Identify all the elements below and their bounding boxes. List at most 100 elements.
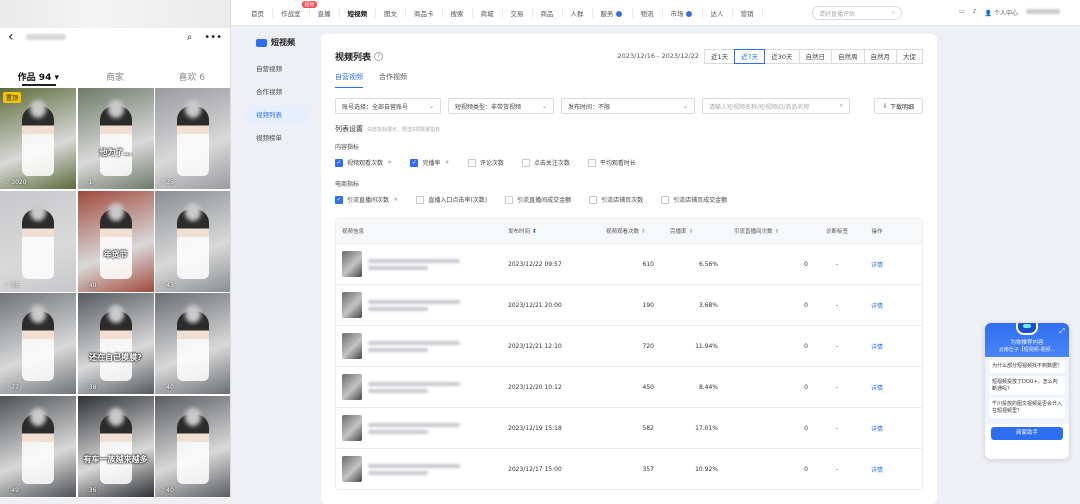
metric-checkbox[interactable]: ✓ 视频观看次数 ★	[335, 158, 392, 167]
nav-item[interactable]: 短视频	[340, 7, 376, 18]
side-nav-item[interactable]: 视频榜单	[246, 129, 310, 147]
nav-item[interactable]: 首页	[243, 7, 273, 18]
assistant-question[interactable]: 千川投放的图文视频是否会计入在短视频里？	[989, 398, 1065, 418]
nav-item[interactable]: 作战室 超级	[273, 0, 317, 18]
date-button[interactable]: 近30天	[764, 48, 800, 64]
checkbox-icon[interactable]	[416, 195, 425, 204]
nav-item[interactable]: 图文	[376, 7, 406, 18]
sort-icon[interactable]: ⬍	[532, 228, 537, 235]
video-thumbnail[interactable]: ♡ 43	[155, 190, 230, 292]
col-completion-rate[interactable]: 完播率 ⬍	[662, 227, 726, 235]
nav-item[interactable]: 物流	[633, 7, 663, 18]
message-icon[interactable]: ▭	[959, 8, 965, 17]
video-thumbnail[interactable]: 年货节 ♡ 40	[77, 190, 154, 292]
nav-item[interactable]: 人群	[563, 7, 593, 18]
checkbox-icon[interactable]	[587, 158, 596, 167]
checkbox-icon[interactable]	[505, 195, 514, 204]
sort-icon[interactable]: ⬍	[641, 228, 646, 235]
col-live-traffic[interactable]: 引流直播间次数 ⬍	[726, 227, 816, 235]
metric-checkbox[interactable]: 平均观看时长	[587, 158, 636, 167]
top-search-input[interactable]: 请好直播评估 ⌕	[812, 6, 902, 20]
personal-center-link[interactable]: 👤 个人中心	[985, 8, 1018, 17]
video-thumbnail[interactable]	[342, 251, 362, 277]
video-thumbnail[interactable]: 有车一族越来越多 ♡ 36	[77, 395, 154, 497]
checkbox-icon[interactable]	[589, 195, 598, 204]
help-icon[interactable]: ?	[374, 51, 384, 61]
date-button[interactable]: 自然月	[863, 48, 897, 64]
tab-coop-video[interactable]: 合作视频	[379, 72, 407, 88]
video-thumbnail[interactable]	[342, 456, 362, 482]
date-button[interactable]: 大促	[896, 48, 923, 64]
date-button[interactable]: 自然日	[798, 48, 832, 64]
side-nav-item[interactable]: 自营视频	[246, 60, 310, 78]
sort-icon[interactable]: ⬍	[774, 228, 779, 235]
side-nav-item[interactable]: 视频列表	[246, 106, 310, 124]
video-type-select[interactable]: 短视频类型：非带货视频 ⌄	[448, 98, 554, 114]
nav-item[interactable]: 交易	[503, 7, 533, 18]
star-icon[interactable]: ★	[387, 159, 392, 166]
video-thumbnail[interactable]: 置顶 ♡ 3020	[0, 88, 76, 189]
date-button[interactable]: 近7天	[734, 48, 766, 64]
checkbox-checked-icon[interactable]: ✓	[335, 158, 343, 167]
metric-checkbox[interactable]: 引流直播间成交金额	[505, 195, 571, 204]
col-views[interactable]: 视频观看次数 ⬍	[598, 227, 662, 235]
checkbox-icon[interactable]	[661, 195, 670, 204]
checkbox-icon[interactable]	[467, 158, 476, 167]
nav-item[interactable]: 达人	[703, 7, 733, 18]
bell-icon[interactable]: ♪	[973, 8, 977, 17]
metric-checkbox[interactable]: 评论次数	[467, 158, 504, 167]
checkbox-checked-icon[interactable]: ✓	[335, 195, 343, 204]
video-thumbnail[interactable]: ♡ 77	[0, 293, 76, 394]
account-select[interactable]: 账号选择：全部自营账号 ⌄	[335, 98, 441, 114]
nav-item[interactable]: 市场	[663, 7, 703, 18]
tab-self-video[interactable]: 自营视频	[335, 72, 363, 88]
side-nav-item[interactable]: 合作视频	[246, 83, 310, 101]
merchant-assistant-button[interactable]: 商家助手	[991, 426, 1063, 440]
video-thumbnail[interactable]: ♡ 49	[0, 395, 76, 497]
detail-link[interactable]: 详情	[858, 465, 896, 474]
expand-icon[interactable]: ⤢	[1059, 327, 1065, 336]
video-thumbnail[interactable]	[342, 292, 362, 318]
video-thumbnail[interactable]: ♡ 35	[0, 190, 76, 292]
assistant-question[interactable]: 为什么部分短视频找不到数据？	[989, 360, 1065, 373]
download-detail-button[interactable]: ⇩ 下载明细	[874, 98, 923, 114]
assistant-question[interactable]: 短视频投放了DOU+，怎么判断通吗？	[989, 375, 1065, 396]
metric-checkbox[interactable]: 点击关注次数	[521, 158, 570, 167]
video-search-input[interactable]: 请输入短视频名称/短视频ID/商品名称 ⌕	[702, 98, 850, 114]
nav-item[interactable]: 服务	[593, 7, 633, 18]
date-button[interactable]: 近1天	[703, 48, 736, 64]
video-thumbnail[interactable]	[342, 374, 362, 400]
checkbox-icon[interactable]	[521, 158, 530, 167]
detail-link[interactable]: 详情	[858, 424, 896, 433]
nav-item[interactable]: 商城	[473, 7, 503, 18]
detail-link[interactable]: 详情	[858, 301, 896, 310]
detail-link[interactable]: 详情	[858, 383, 896, 392]
metric-checkbox[interactable]: 引流店铺页成交金额	[661, 195, 727, 204]
sort-icon[interactable]: ⬍	[688, 228, 693, 235]
video-thumbnail[interactable]: 他为了… ♡ 1	[77, 88, 154, 189]
star-icon[interactable]: ★	[444, 159, 449, 166]
tab-merchant[interactable]: 商家	[77, 70, 154, 84]
tab-likes[interactable]: 喜欢 6	[153, 70, 230, 84]
video-thumbnail[interactable]	[342, 333, 362, 359]
video-thumbnail[interactable]: ♡ 40	[155, 395, 230, 497]
star-icon[interactable]: ★	[393, 196, 398, 203]
video-thumbnail[interactable]: 还在自己摸膜? ♡ 38	[77, 293, 154, 394]
publish-time-select[interactable]: 发布时间：不限 ⌄	[561, 98, 695, 114]
tab-works[interactable]: 作品 94 ▾	[0, 70, 77, 84]
metric-checkbox[interactable]: 直播入口点击率(次数)	[416, 195, 487, 204]
detail-link[interactable]: 详情	[858, 260, 896, 269]
back-arrow-icon[interactable]: ‹	[8, 29, 26, 45]
search-icon[interactable]: ⌕	[187, 32, 193, 43]
checkbox-checked-icon[interactable]: ✓	[410, 158, 419, 167]
nav-item[interactable]: 商品卡	[406, 7, 443, 18]
nav-item[interactable]: 直播	[310, 7, 340, 18]
detail-link[interactable]: 详情	[858, 342, 896, 351]
metric-checkbox[interactable]: 引流店铺页次数	[589, 195, 643, 204]
nav-item[interactable]: 营销	[733, 7, 763, 18]
nav-item[interactable]: 商品	[533, 7, 563, 18]
col-publish-time[interactable]: 发布时间 ⬍	[502, 227, 598, 235]
date-button[interactable]: 自然周	[831, 48, 865, 64]
video-thumbnail[interactable]: ♡ 40	[155, 293, 230, 394]
more-icon[interactable]: •••	[204, 32, 222, 43]
